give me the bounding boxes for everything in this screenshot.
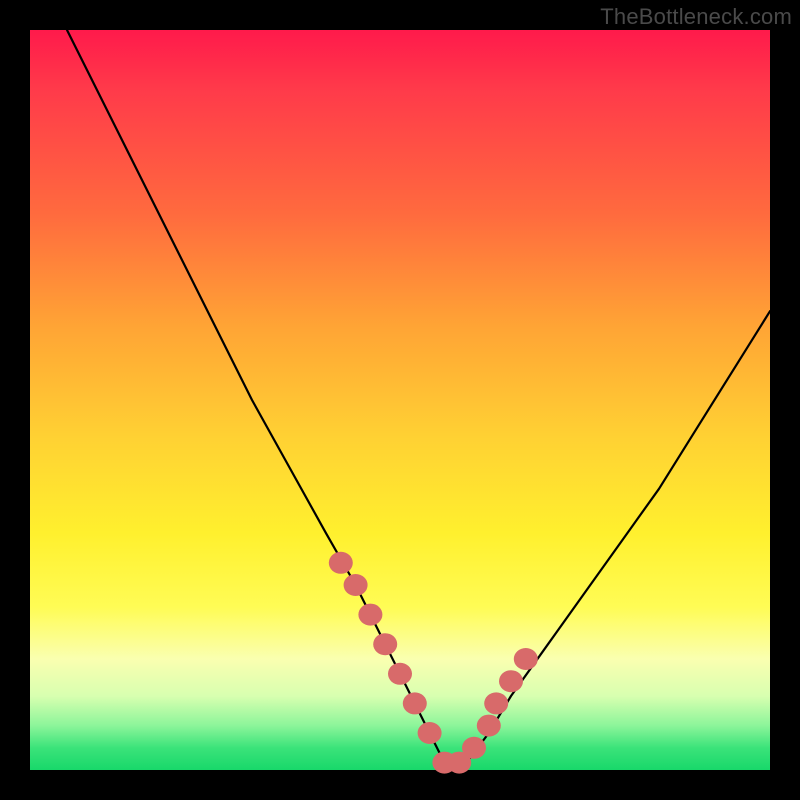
curve-marker xyxy=(462,737,486,759)
curve-marker xyxy=(403,692,427,714)
curve-marker xyxy=(388,663,412,685)
curve-marker xyxy=(373,633,397,655)
curve-marker xyxy=(418,722,442,744)
curve-marker xyxy=(358,604,382,626)
chart-frame xyxy=(30,30,770,770)
highlighted-points-group xyxy=(329,552,538,774)
bottleneck-curve-line xyxy=(67,30,770,763)
curve-marker xyxy=(499,670,523,692)
curve-marker xyxy=(514,648,538,670)
curve-marker xyxy=(329,552,353,574)
curve-marker xyxy=(477,715,501,737)
curve-marker xyxy=(344,574,368,596)
curve-marker xyxy=(484,692,508,714)
watermark-text: TheBottleneck.com xyxy=(600,4,792,30)
chart-svg xyxy=(30,30,770,770)
